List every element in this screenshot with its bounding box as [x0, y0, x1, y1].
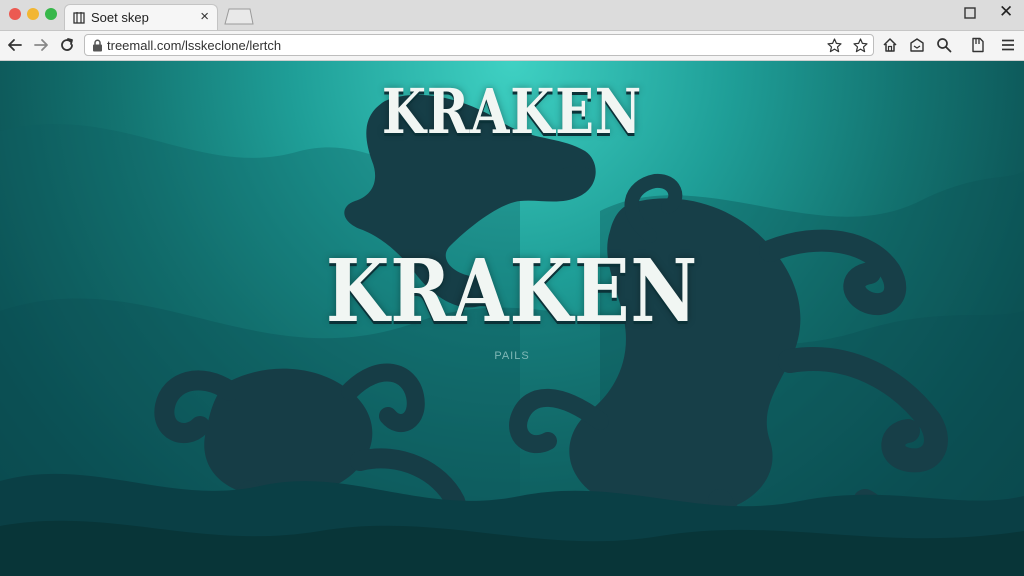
maximize-window-dot[interactable]	[45, 8, 57, 20]
browser-tab[interactable]: Soet skep ×	[64, 4, 218, 30]
window-restore-icon[interactable]	[962, 5, 978, 21]
title-bar: Soet skep × ✕	[0, 0, 1024, 31]
window-close-icon[interactable]: ✕	[999, 2, 1013, 22]
tab-title: Soet skep	[91, 10, 149, 25]
reload-icon[interactable]	[58, 36, 76, 54]
page-favicon-icon	[73, 12, 85, 24]
navigation-toolbar: treemall.com/lsskeclone/lertch	[0, 31, 1024, 61]
address-bar[interactable]: treemall.com/lsskeclone/lertch	[84, 34, 874, 56]
url-text: treemall.com/lsskeclone/lertch	[107, 38, 282, 53]
downloads-icon[interactable]	[909, 37, 925, 53]
close-window-dot[interactable]	[9, 8, 21, 20]
new-tab-icon[interactable]	[224, 8, 254, 25]
minimize-window-dot[interactable]	[27, 8, 39, 20]
star-outline-icon[interactable]	[827, 38, 842, 53]
bookmark-star-icon[interactable]	[853, 38, 868, 53]
search-icon[interactable]	[936, 37, 952, 53]
tab-close-icon[interactable]: ×	[200, 8, 209, 26]
forward-arrow-icon[interactable]	[32, 36, 50, 54]
kraken-logo-top: KRAKEN	[381, 75, 643, 148]
kraken-subtitle: PAILS	[494, 350, 530, 362]
kraken-main-title: KRAKEN	[325, 241, 699, 342]
menu-icon[interactable]	[1000, 37, 1016, 53]
page-content: KRAKEN KRAKEN PAILS	[0, 61, 1024, 576]
home-icon[interactable]	[882, 37, 898, 53]
back-arrow-icon[interactable]	[6, 36, 24, 54]
lock-icon	[93, 39, 102, 52]
browser-window: Soet skep × ✕ treemall.com/lsskeclone/le…	[0, 0, 1024, 576]
document-icon[interactable]	[970, 37, 986, 53]
